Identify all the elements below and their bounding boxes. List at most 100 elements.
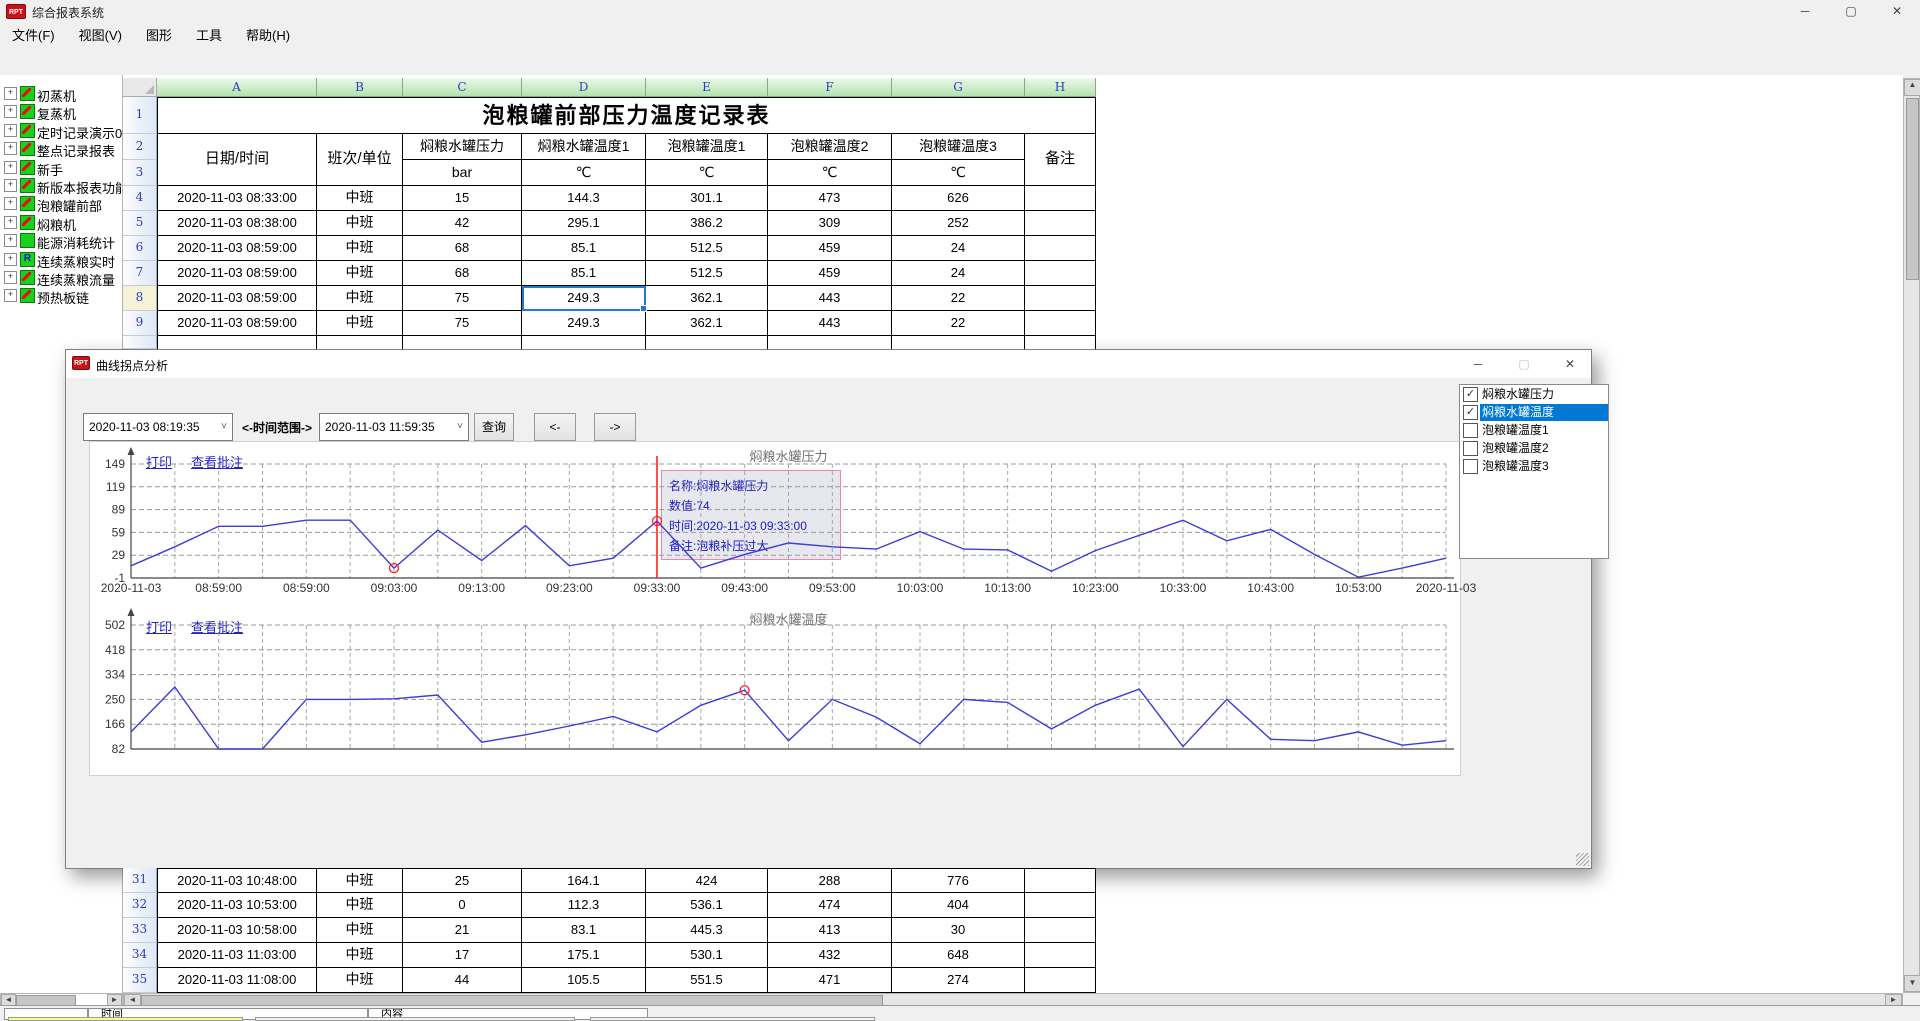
cell-datetime-r7[interactable]: 2020-11-03 08:59:00 [157,261,317,286]
selected-cell-outline[interactable] [522,286,646,311]
cell-value-r9-c2[interactable]: 362.1 [646,311,768,336]
cell-value-r31-c4[interactable]: 776 [892,868,1025,893]
cell-datetime-r34[interactable]: 2020-11-03 11:03:00 [157,943,317,968]
cell-value-r7-c3[interactable]: 459 [768,261,892,286]
cell-value-r6-c4[interactable]: 24 [892,236,1025,261]
cell-value-r34-c3[interactable]: 432 [768,943,892,968]
cell-datetime-r9[interactable]: 2020-11-03 08:59:00 [157,311,317,336]
menu-item-4[interactable]: 帮助(H) [234,22,302,47]
row-number-31[interactable]: 31 [123,868,157,893]
cell-remark-r9[interactable] [1025,311,1096,336]
row-number-5[interactable]: 5 [123,211,157,236]
cell-value-r35-c1[interactable]: 105.5 [522,968,646,993]
row-number-4[interactable]: 4 [123,186,157,211]
cell-value-r35-c3[interactable]: 471 [768,968,892,993]
row-number-7[interactable]: 7 [123,261,157,286]
cell-value-r33-c2[interactable]: 445.3 [646,918,768,943]
dialog-minimize-button[interactable]: ─ [1455,350,1501,378]
cell-value-r8-c3[interactable]: 443 [768,286,892,311]
cell-remark-r5[interactable] [1025,211,1096,236]
cell-value-r31-c0[interactable]: 25 [403,868,522,893]
column-header-B[interactable]: B [317,78,403,97]
cell-shift-r9[interactable]: 中班 [317,311,403,336]
cell-datetime-r6[interactable]: 2020-11-03 08:59:00 [157,236,317,261]
cell-value-r6-c0[interactable]: 68 [403,236,522,261]
sidebar-item-8[interactable]: +能源消耗统计 [0,231,123,249]
menu-item-1[interactable]: 视图(V) [67,22,134,47]
cell-datetime-r31[interactable]: 2020-11-03 10:48:00 [157,868,317,893]
expand-plus-icon[interactable]: + [4,289,17,302]
cell-shift-r6[interactable]: 中班 [317,236,403,261]
menu-item-3[interactable]: 工具 [184,22,234,47]
cell-value-r34-c1[interactable]: 175.1 [522,943,646,968]
cell-value-r4-c0[interactable]: 15 [403,186,522,211]
vertical-scroll-thumb[interactable] [1906,98,1919,280]
row-number-10[interactable] [123,336,157,349]
cell-value-r9-c1[interactable]: 249.3 [522,311,646,336]
cell-value-r5-c4[interactable]: 252 [892,211,1025,236]
chevron-down-icon[interactable]: ˅ [457,414,463,440]
checkbox-icon[interactable] [1463,423,1478,438]
header-shift[interactable]: 班次/单位 [317,134,403,186]
dialog-close-button[interactable]: ✕ [1547,350,1593,378]
sidebar-item-5[interactable]: +新版本报表功能 [0,176,123,194]
expand-plus-icon[interactable]: + [4,142,17,155]
cell-value-r6-c2[interactable]: 512.5 [646,236,768,261]
series-item-1[interactable]: ✓焖粮水罐温度 [1462,404,1608,421]
cell-shift-r7[interactable]: 中班 [317,261,403,286]
expand-plus-icon[interactable]: + [4,124,17,137]
cell-value-r32-c0[interactable]: 0 [403,893,522,918]
scroll-up-button[interactable]: ▲ [1904,79,1920,96]
cell-remark-r6[interactable] [1025,236,1096,261]
cell-datetime-r35[interactable]: 2020-11-03 11:08:00 [157,968,317,993]
header-datetime[interactable]: 日期/时间 [157,134,317,186]
cell-remark-r4[interactable] [1025,186,1096,211]
cell-value-r33-c4[interactable]: 30 [892,918,1025,943]
series-item-2[interactable]: 泡粮罐温度1 [1462,422,1608,439]
sidebar-item-1[interactable]: +复蒸机 [0,102,123,120]
cell-value-r8-c4[interactable]: 22 [892,286,1025,311]
cell-value-r33-c1[interactable]: 83.1 [522,918,646,943]
series-item-0[interactable]: ✓焖粮水罐压力 [1462,386,1608,403]
series-item-3[interactable]: 泡粮罐温度2 [1462,440,1608,457]
cell-value-r5-c0[interactable]: 42 [403,211,522,236]
close-button[interactable]: ✕ [1874,0,1920,22]
cell-datetime-r4[interactable]: 2020-11-03 08:33:00 [157,186,317,211]
cell-value-r35-c0[interactable]: 44 [403,968,522,993]
column-header-D[interactable]: D [522,78,646,97]
header-name-0[interactable]: 焖粮水罐压力 [403,134,522,160]
cell-shift-r31[interactable]: 中班 [317,868,403,893]
column-header-A[interactable]: A [157,78,317,97]
checkbox-icon[interactable] [1463,459,1478,474]
sidebar-item-0[interactable]: +初蒸机 [0,84,123,102]
header-remark[interactable]: 备注 [1025,134,1096,186]
cell-value-r31-c2[interactable]: 424 [646,868,768,893]
query-button[interactable]: 查询 [474,413,514,441]
cell-shift-r4[interactable]: 中班 [317,186,403,211]
expand-plus-icon[interactable]: + [4,234,17,247]
cell-remark-r31[interactable] [1025,868,1096,893]
sidebar-item-10[interactable]: +连续蒸粮流量 [0,268,123,286]
cell-datetime-r5[interactable]: 2020-11-03 08:38:00 [157,211,317,236]
cell-value-r9-c0[interactable]: 75 [403,311,522,336]
cell-value-r34-c0[interactable]: 17 [403,943,522,968]
cell-value-r35-c2[interactable]: 551.5 [646,968,768,993]
cell-remark-r7[interactable] [1025,261,1096,286]
sidebar-item-4[interactable]: +新手 [0,158,123,176]
chevron-down-icon[interactable]: ˅ [221,414,227,440]
header-unit-2[interactable]: ℃ [646,160,768,186]
header-name-4[interactable]: 泡粮罐温度3 [892,134,1025,160]
cell-value-r6-c1[interactable]: 85.1 [522,236,646,261]
column-header-F[interactable]: F [768,78,892,97]
cell-value-r33-c0[interactable]: 21 [403,918,522,943]
row-number-34[interactable]: 34 [123,943,157,968]
sidebar-item-3[interactable]: +整点记录报表 [0,139,123,157]
dialog-time-to-combo[interactable]: 2020-11-03 11:59:35˅ [319,413,469,441]
series-item-4[interactable]: 泡粮罐温度3 [1462,458,1608,475]
cell-shift-r8[interactable]: 中班 [317,286,403,311]
cell-value-r35-c4[interactable]: 274 [892,968,1025,993]
expand-plus-icon[interactable]: + [4,271,17,284]
cell-value-r9-c4[interactable]: 22 [892,311,1025,336]
row-number-33[interactable]: 33 [123,918,157,943]
cell-value-r33-c3[interactable]: 413 [768,918,892,943]
